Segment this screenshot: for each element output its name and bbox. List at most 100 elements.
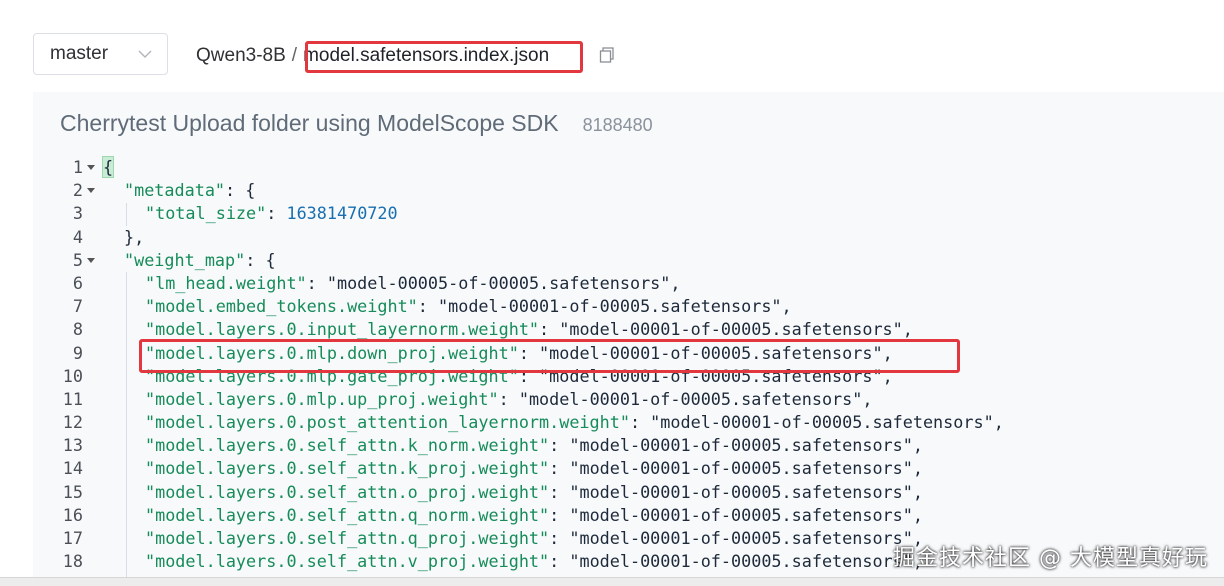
line-number: 4 (72, 226, 83, 247)
json-punctuation: : (549, 551, 570, 572)
json-key: "model.embed_tokens.weight" (145, 296, 418, 317)
code-text: "model.layers.0.self_attn.q_norm.weight"… (145, 504, 923, 527)
json-punctuation: : (417, 296, 439, 317)
code-text: "model.layers.0.mlp.up_proj.weight": "mo… (145, 388, 872, 411)
copy-icon[interactable] (598, 46, 616, 64)
json-punctuation: : { (245, 249, 276, 270)
code-line: 5 "weight_map": { (55, 249, 1205, 272)
code-line: 16 "model.layers.0.self_attn.q_norm.weigh… (55, 504, 1205, 527)
code-text: "metadata": { (124, 179, 255, 202)
json-key: "model.layers.0.self_attn.o_proj.weight" (145, 481, 550, 502)
code-line: 13 "model.layers.0.self_attn.k_norm.weigh… (55, 434, 1205, 457)
code-line: 6 "lm_head.weight": "model-00005-of-00005… (55, 272, 1205, 295)
json-string-value: "model-00001-of-00005.safetensors" (569, 551, 913, 572)
json-punctuation: , (993, 412, 1004, 433)
json-string-value: "model-00005-of-00005.safetensors" (326, 272, 671, 293)
line-number: 11 (62, 388, 83, 409)
json-key: "model.layers.0.self_attn.k_proj.weight" (145, 458, 550, 479)
line-number: 1 (72, 157, 83, 177)
fold-toggle-icon[interactable] (87, 188, 95, 194)
fold-toggle-icon[interactable] (87, 257, 95, 263)
line-number: 16 (62, 504, 83, 525)
line-number: 6 (72, 272, 83, 293)
json-key: "total_size" (145, 203, 267, 224)
branch-select[interactable]: master (33, 33, 168, 75)
code-text: "model.layers.0.self_attn.o_proj.weight"… (145, 481, 923, 504)
code-text: "lm_head.weight": "model-00005-of-00005.… (145, 272, 681, 295)
code-line: 3 "total_size": 16381470720 (55, 202, 1205, 225)
json-key: "metadata" (124, 180, 226, 201)
json-string-value: "model-00001-of-00005.safetensors" (569, 481, 913, 502)
code-text: "model.layers.0.self_attn.k_norm.weight"… (145, 434, 923, 457)
json-key: "model.layers.0.self_attn.k_norm.weight" (145, 435, 550, 456)
line-number: 8 (72, 319, 83, 340)
json-punctuation: : (539, 319, 560, 340)
json-punctuation: : (549, 504, 570, 525)
file-name-highlight-box (305, 41, 583, 73)
breadcrumb-repo[interactable]: Qwen3-8B (196, 45, 286, 67)
json-string-value: "model-00001-of-00005.safetensors" (559, 319, 903, 340)
json-punctuation: , (912, 481, 923, 502)
json-punctuation: , (912, 504, 923, 525)
json-punctuation: : (549, 458, 570, 479)
line-number: 12 (62, 412, 83, 433)
commit-message: Cherrytest Upload folder using ModelScop… (60, 110, 559, 136)
json-key: "model.layers.0.self_attn.q_norm.weight" (145, 504, 550, 525)
code-text: "model.embed_tokens.weight": "model-0000… (145, 295, 792, 318)
code-line: 2 "metadata": { (55, 179, 1205, 202)
json-punctuation: , (902, 319, 913, 340)
json-punctuation: , (670, 272, 681, 293)
breadcrumb-separator: / (291, 45, 298, 66)
code-line: 4}, (55, 226, 1205, 249)
commit-hash[interactable]: 8188480 (583, 115, 653, 136)
line-9-highlight-box (139, 339, 960, 373)
json-punctuation: : (549, 481, 570, 502)
json-string-value: "model-00001-of-00005.safetensors" (569, 504, 913, 525)
branch-select-value: master (50, 43, 109, 64)
window-bottom-edge (0, 577, 1224, 586)
commit-info: Cherrytest Upload folder using ModelScop… (60, 110, 653, 137)
line-number: 13 (62, 435, 83, 456)
json-punctuation: , (912, 458, 923, 479)
code-line: 1{ (55, 156, 1205, 179)
code-line: 7 "model.embed_tokens.weight": "model-000… (55, 295, 1205, 318)
line-number: 7 (72, 296, 83, 317)
code-text: "model.layers.0.self_attn.k_proj.weight"… (145, 457, 923, 480)
json-punctuation: : (549, 528, 570, 548)
json-punctuation: , (781, 296, 792, 317)
code-text: "model.layers.0.self_attn.v_proj.weight"… (145, 550, 923, 573)
line-number: 15 (62, 481, 83, 502)
json-string-value: "model-00001-of-00005.safetensors" (650, 412, 994, 433)
json-punctuation: : (629, 412, 651, 433)
line-number: 14 (62, 458, 83, 479)
code-text: "model.layers.0.post_attention_layernorm… (145, 411, 1004, 434)
json-key: "model.layers.0.mlp.up_proj.weight" (145, 388, 499, 409)
json-punctuation: : (306, 272, 327, 293)
line-number: 18 (62, 551, 83, 572)
chevron-down-icon (138, 50, 152, 58)
json-string-value: "model-00001-of-00005.safetensors" (569, 435, 913, 456)
json-key: "model.layers.0.self_attn.v_proj.weight" (145, 551, 550, 572)
line-number: 5 (72, 249, 83, 270)
code-line: 14 "model.layers.0.self_attn.k_proj.weigh… (55, 457, 1205, 480)
code-text: { (101, 156, 115, 179)
json-string-value: "model-00001-of-00005.safetensors" (569, 458, 913, 479)
line-number: 10 (62, 365, 83, 386)
code-line: 11 "model.layers.0.mlp.up_proj.weight": "… (55, 388, 1205, 411)
file-viewer-page: master Qwen3-8B / model.safetensors.inde… (0, 0, 1224, 586)
json-key: "lm_head.weight" (145, 272, 307, 293)
code-text: "model.layers.0.self_attn.q_proj.weight"… (145, 527, 923, 550)
json-key: "model.layers.0.input_layernorm.weight" (145, 319, 540, 340)
json-punctuation: }, (124, 226, 145, 247)
code-text: "weight_map": { (124, 249, 276, 272)
watermark: 掘金技术社区 @ 大模型真好玩 (893, 546, 1208, 571)
json-key: "model.layers.0.self_attn.q_proj.weight" (145, 528, 550, 548)
code-text: }, (124, 226, 144, 249)
json-punctuation: : (498, 388, 519, 409)
json-string-value: "model-00001-of-00005.safetensors" (438, 296, 782, 317)
line-number: 3 (72, 203, 83, 224)
json-number: 16381470720 (286, 203, 398, 224)
json-key: "model.layers.0.post_attention_layernorm… (145, 412, 630, 433)
fold-toggle-icon[interactable] (87, 165, 95, 170)
json-punctuation: : (549, 435, 570, 456)
